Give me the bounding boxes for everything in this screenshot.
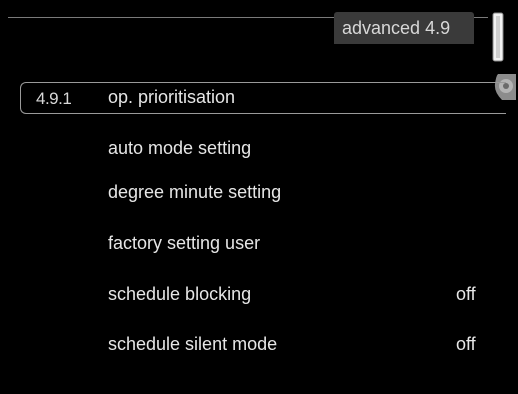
menu-item-schedule-blocking[interactable]: schedule blocking off	[0, 282, 518, 312]
menu-item-factory-setting-user[interactable]: factory setting user	[0, 231, 518, 261]
menu-item-auto-mode-setting[interactable]: auto mode setting	[0, 136, 518, 166]
menu-item-value: off	[456, 334, 476, 354]
thermometer-icon	[492, 12, 504, 62]
menu-item-schedule-silent-mode[interactable]: schedule silent mode off	[0, 332, 518, 362]
menu-item-label: degree minute setting	[108, 182, 282, 202]
page-title: advanced 4.9	[342, 18, 451, 38]
display-screen: advanced 4.9 4.9.1 op. prioritisation au…	[0, 0, 518, 394]
menu-item-number: 4.9.1	[36, 89, 72, 108]
menu-item-label: schedule silent mode	[108, 334, 278, 354]
menu-item-degree-minute-setting[interactable]: degree minute setting	[0, 180, 518, 210]
menu-item-value: off	[456, 284, 476, 304]
menu-item-label: factory setting user	[108, 233, 261, 253]
menu-item-label: schedule blocking	[108, 284, 252, 304]
menu-item-op-prioritisation[interactable]: 4.9.1 op. prioritisation	[0, 85, 518, 115]
menu-item-label: auto mode setting	[108, 138, 252, 158]
menu-item-label: op. prioritisation	[108, 87, 236, 107]
